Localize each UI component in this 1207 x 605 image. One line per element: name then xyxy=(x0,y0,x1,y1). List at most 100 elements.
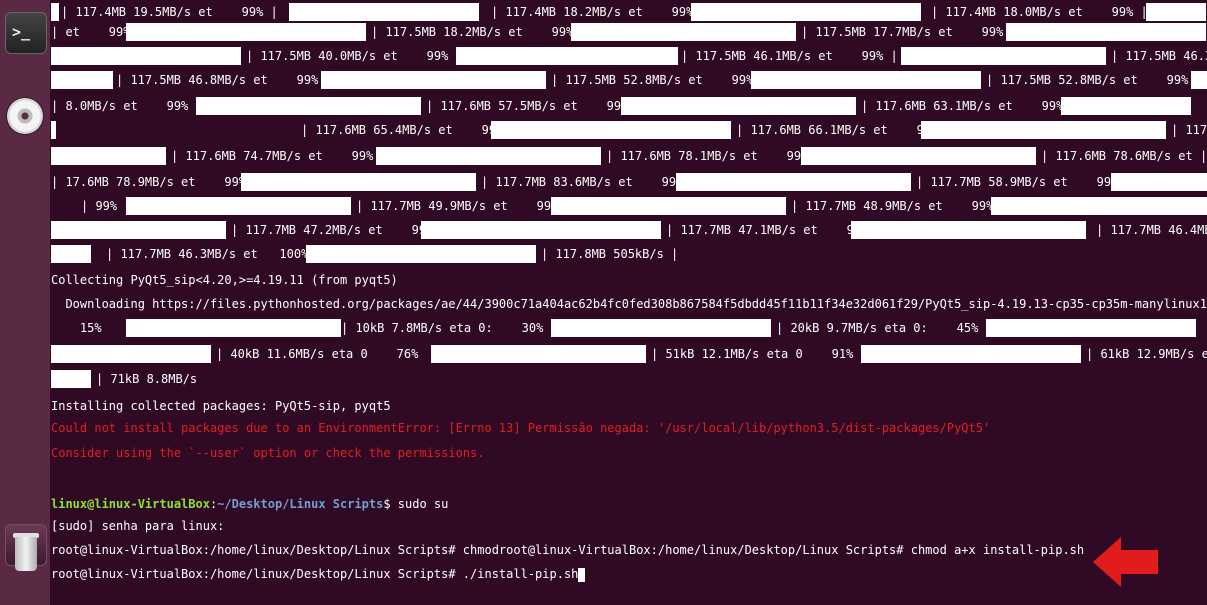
progress-text: 15% xyxy=(51,321,102,335)
progress-fill xyxy=(241,173,476,191)
progress-fill xyxy=(676,173,911,191)
progress-fill xyxy=(691,3,921,21)
progress-text: | 117.6MB 78.1MB/s et 99% | xyxy=(606,149,823,163)
progress-fill xyxy=(51,47,241,65)
progress-fill xyxy=(126,23,366,41)
progress-text: | 117.7MB 47.1MB/s et 99% | xyxy=(666,223,883,237)
disc-icon xyxy=(7,98,43,134)
progress-text: | 117.5MB 40.0MB/s et 99% | xyxy=(246,49,463,63)
progress-fill xyxy=(431,345,646,363)
progress-text: | 71kB 8.8MB/s xyxy=(96,372,198,386)
progress-fill xyxy=(1061,97,1191,115)
trash-icon[interactable] xyxy=(5,524,47,571)
error-line-1: Could not install packages due to an Env… xyxy=(51,421,991,435)
progress-text: | 17.6MB 78.9MB/s et 99% | xyxy=(51,175,261,189)
downloading-line: Downloading https://files.pythonhosted.o… xyxy=(51,297,1207,311)
red-arrow-shape xyxy=(1093,537,1158,587)
sudo-prompt-line: [sudo] senha para linux: xyxy=(51,519,225,533)
cd-drive-icon[interactable] xyxy=(5,96,45,136)
progress-fill xyxy=(126,319,341,337)
progress-text: | 117.5MB 46.8MB/s et 99% | xyxy=(116,73,333,87)
progress-fill xyxy=(321,71,546,89)
progress-text: | 117.4MB 18.2MB/s et 99% | xyxy=(491,5,708,19)
progress-text: | 117.5MB 18.2MB/s et 99% | xyxy=(371,25,588,39)
error-line-2: Consider using the `--user` option or ch… xyxy=(51,446,485,460)
progress-area-row: | 117.4MB 19.5MB/s et 99% | | 117.4MB 18.… xyxy=(51,2,1207,22)
progress-text: | 40kB 11.6MB/s eta 0 76% xyxy=(216,347,419,361)
progress-area-row: | 117.5MB 46.8MB/s et 99% | | 117.5MB 52.… xyxy=(51,70,1207,90)
progress-text: | 117.4MB 19.5MB/s et 99% | xyxy=(61,5,278,19)
progress-area-row: | 117.7MB 47.2MB/s et 99% | | 117.7MB 47.… xyxy=(51,220,1207,240)
terminal-icon[interactable]: >_ xyxy=(5,12,47,54)
progress-fill xyxy=(491,121,731,139)
progress-fill xyxy=(289,3,479,21)
prompt-command: $ sudo su xyxy=(383,497,449,511)
collecting-line: Collecting PyQt5_sip<4.20,>=4.19.11 (fro… xyxy=(51,273,398,287)
progress-text: | 117.5MB 46.1MB/s et 99% | xyxy=(681,49,898,63)
progress-fill xyxy=(986,319,1196,337)
progress-fill xyxy=(861,345,1081,363)
progress-fill xyxy=(51,245,91,263)
progress-text: | 117.6MB 65.4MB/s et 99% | xyxy=(301,123,518,137)
progress-fill xyxy=(421,221,661,239)
red-arrow-icon xyxy=(1093,537,1158,587)
progress-text: | 61kB 12.9MB/s e xyxy=(1086,347,1207,361)
progress-text: | 99% | xyxy=(81,199,132,213)
progress-text: | 117.7MB 83.6MB/s et 99% | xyxy=(481,175,698,189)
progress-text: | 117.6MB 57.5MB/s et 99% | xyxy=(426,99,643,113)
progress-text: | 117.5MB 17.7MB/s et 99% | xyxy=(801,25,1018,39)
progress-fill xyxy=(51,121,56,139)
progress-fill xyxy=(571,23,796,41)
terminal-output[interactable]: | 117.4MB 19.5MB/s et 99% | | 117.4MB 18.… xyxy=(51,0,1207,605)
progress-area-row: | 8.0MB/s et 99% | | 117.6MB 57.5MB/s et … xyxy=(51,96,1207,116)
terminal-glyph: >_ xyxy=(12,23,31,41)
launcher: >_ xyxy=(0,0,50,605)
progress-text: | 117.6 | xyxy=(1171,123,1207,137)
progress-text: | 10kB 7.8MB/s eta 0: 30% xyxy=(341,321,544,335)
progress-fill xyxy=(751,71,981,89)
trash-bin xyxy=(15,537,37,571)
progress-fill xyxy=(901,47,1106,65)
prompt-path: ~/Desktop/Linux Scripts xyxy=(217,497,384,511)
progress-fill xyxy=(51,3,59,21)
progress-fill xyxy=(1146,3,1206,21)
progress-fill xyxy=(621,97,856,115)
prompt-line: linux@linux-VirtualBox:~/Desktop/Linux S… xyxy=(51,494,448,514)
download-area-row: | 40kB 11.6MB/s eta 0 76% | 51kB 12.1MB/s… xyxy=(51,344,1207,364)
progress-area-row: | 117.7MB 46.3MB/s et 100% | | 117.8MB 50… xyxy=(51,244,1207,264)
progress-text: | 117.5MB 52.8MB/s et 99% | xyxy=(551,73,768,87)
root-command-text: root@linux-VirtualBox:/home/linux/Deskto… xyxy=(51,567,579,581)
root-command-line-1: root@linux-VirtualBox:/home/linux/Deskto… xyxy=(51,543,1085,557)
progress-text: | 117.6MB 78.6MB/s et | xyxy=(1041,149,1207,163)
progress-text: | 20kB 9.7MB/s eta 0: 45% xyxy=(776,321,979,335)
progress-fill xyxy=(306,245,536,263)
progress-text: | 117.7MB 47.2MB/s et 99% | xyxy=(231,223,448,237)
progress-text: | 117.7MB 49.9MB/s et 99% | xyxy=(356,199,573,213)
progress-text: | 117.4MB 18.0MB/s et 99% | xyxy=(931,5,1148,19)
progress-text: | 117.6MB 63.1MB/s et 99% | xyxy=(861,99,1078,113)
progress-text: | 117.6MB 74.7MB/s et 99% | xyxy=(171,149,388,163)
progress-area-row: | 117.6MB 65.4MB/s et 99% | | 117.6MB 66.… xyxy=(51,120,1207,140)
progress-text: | 8.0MB/s et 99% | xyxy=(51,99,203,113)
progress-fill xyxy=(51,221,226,239)
installing-line: Installing collected packages: PyQt5-sip… xyxy=(51,399,391,413)
progress-fill xyxy=(196,97,421,115)
download-area-row: | 71kB 8.8MB/s xyxy=(51,369,1207,389)
progress-text: | 117.7MB 58.9MB/s et 99% | xyxy=(916,175,1133,189)
terminal-cursor xyxy=(578,567,586,582)
progress-text: | 117.6MB 66.1MB/s et 99% | xyxy=(736,123,953,137)
progress-fill xyxy=(851,221,1086,239)
progress-fill xyxy=(51,345,211,363)
progress-text: | 117.7MB 48.9MB/s et 99% | xyxy=(791,199,1008,213)
progress-text: | 117.5MB 52.8MB/s et 99% | xyxy=(986,73,1203,87)
progress-text: | 117.7MB 46.4MB/ | xyxy=(1096,223,1207,237)
progress-fill xyxy=(551,197,786,215)
progress-text: | 117.5MB 46.3M | xyxy=(1111,49,1207,63)
progress-text: | 117.8MB 505kB/s | xyxy=(541,247,679,261)
progress-fill xyxy=(126,197,351,215)
progress-fill xyxy=(991,197,1207,215)
progress-fill xyxy=(1006,23,1206,41)
progress-area-row: | 99% | | 117.7MB 49.9MB/s et 99% | | 117.… xyxy=(51,196,1207,216)
progress-fill xyxy=(551,319,771,337)
progress-area-row: | 117.6MB 74.7MB/s et 99% | | 117.6MB 78.… xyxy=(51,146,1207,166)
